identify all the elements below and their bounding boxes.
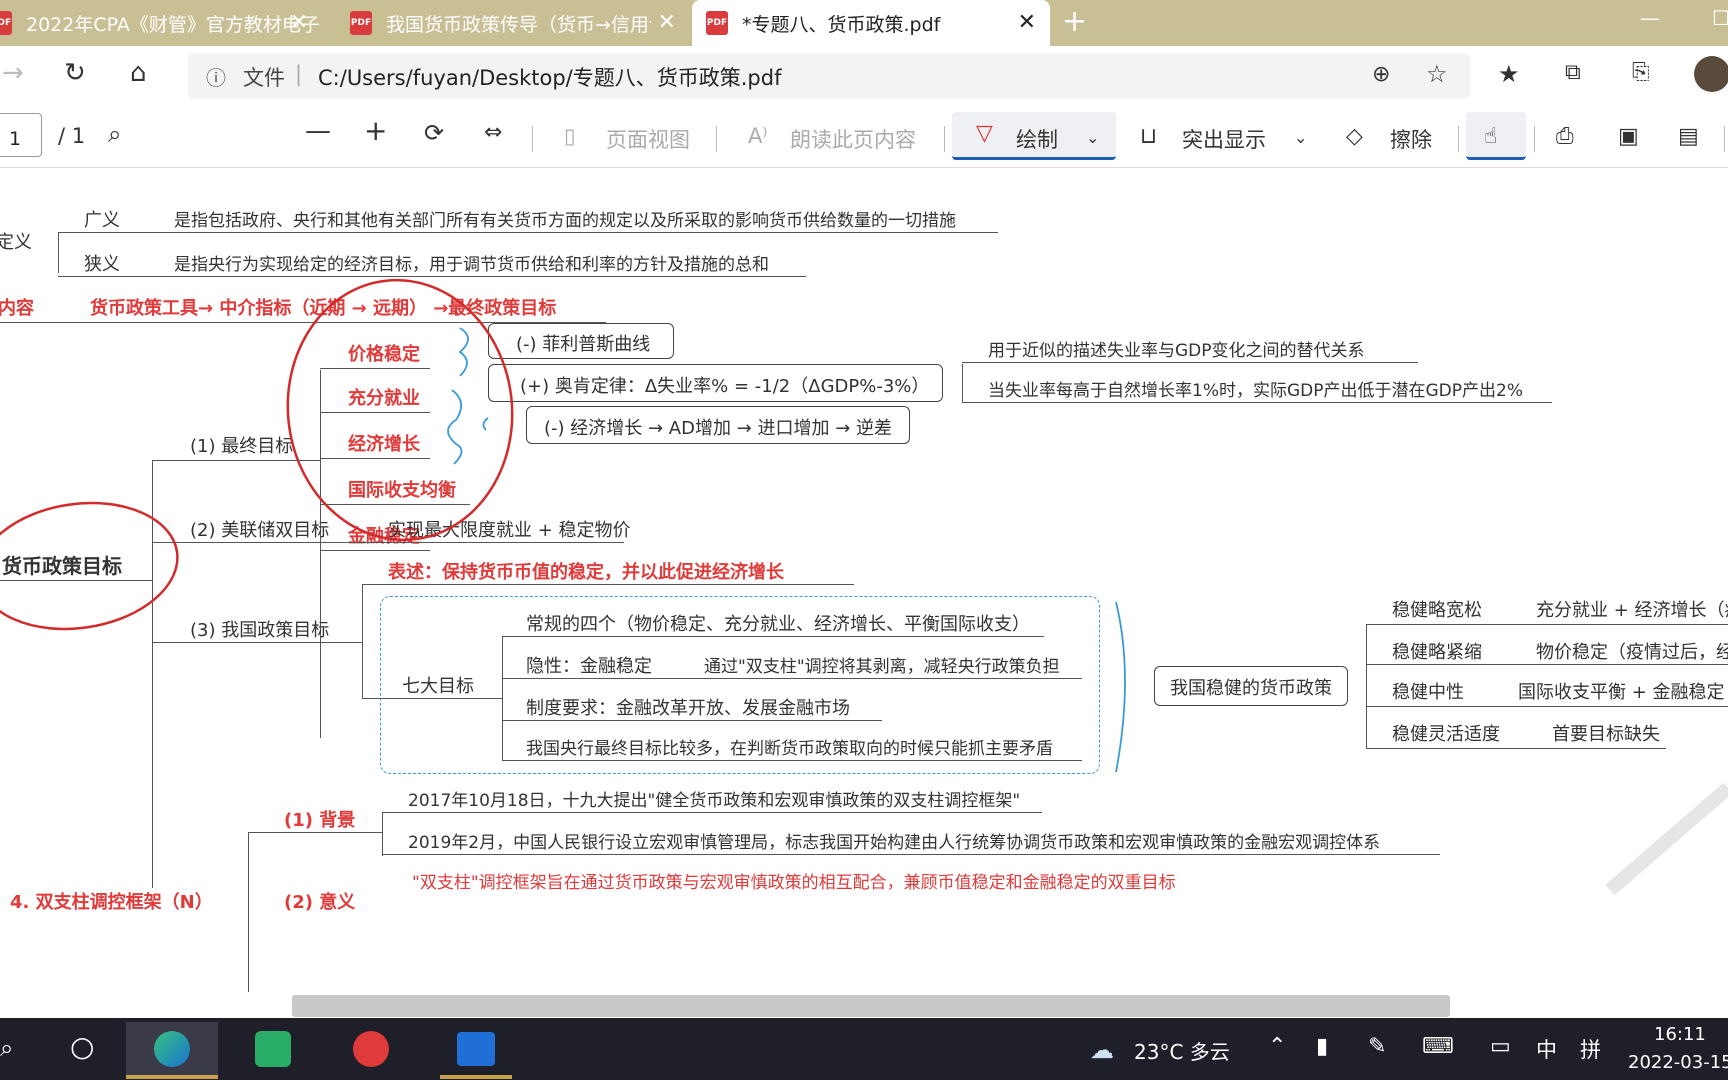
search-icon[interactable]: ⌕ bbox=[108, 120, 121, 148]
chevron-down-icon[interactable]: ⌄ bbox=[1086, 128, 1099, 147]
chevron-down-icon[interactable]: ⌄ bbox=[1294, 128, 1307, 147]
zoom-icon[interactable]: ⊕ bbox=[1372, 62, 1390, 87]
pdf-icon: PDF bbox=[706, 11, 728, 35]
hand-icon: ☝ bbox=[1484, 124, 1498, 149]
divider bbox=[532, 126, 533, 152]
refresh-icon[interactable]: ↻ bbox=[64, 58, 86, 88]
divider bbox=[1534, 126, 1535, 152]
close-icon[interactable]: ✕ bbox=[658, 10, 676, 35]
tab-cpa[interactable]: PDF 2022年CPA《财管》官方教材电子 ✕ bbox=[0, 0, 322, 46]
erase-button[interactable]: 擦除 bbox=[1390, 124, 1432, 154]
page-total: / 1 bbox=[58, 124, 86, 148]
microphone-icon[interactable]: ▮ bbox=[1316, 1034, 1328, 1059]
tab-label: 我国货币政策传导（货币→信用创 bbox=[386, 13, 651, 36]
collections-icon[interactable]: ⧉ bbox=[1565, 60, 1581, 85]
pdf-icon: PDF bbox=[0, 11, 12, 35]
close-icon[interactable]: ✕ bbox=[290, 10, 308, 35]
task-view-icon[interactable]: ○ bbox=[70, 1030, 94, 1063]
edge-app[interactable] bbox=[126, 1022, 218, 1076]
close-icon[interactable]: ✕ bbox=[1018, 10, 1036, 35]
minimize-icon[interactable]: — bbox=[1640, 6, 1660, 30]
home-icon[interactable]: ⌂ bbox=[130, 58, 147, 88]
favorites-icon[interactable]: ★ bbox=[1498, 60, 1520, 88]
read-aloud-icon: A⁾ bbox=[748, 124, 768, 148]
clock-time[interactable]: 16:11 bbox=[1654, 1024, 1706, 1045]
pdf-page: 定义 广义 是指包括政府、央行和其他有关部门所有有关货币方面的规定以及所采取的影… bbox=[0, 178, 1728, 993]
save-as-icon[interactable]: ▤ bbox=[1678, 124, 1699, 149]
maximize-icon[interactable]: ☐ bbox=[1712, 6, 1728, 30]
pen-icon[interactable]: ✎ bbox=[1368, 1034, 1386, 1059]
tab-label: 2022年CPA《财管》官方教材电子 bbox=[26, 13, 320, 36]
active-indicator bbox=[126, 1075, 218, 1079]
url-text[interactable]: C:/Users/fuyan/Desktop/专题八、货币政策.pdf bbox=[318, 62, 782, 92]
url-divider: | bbox=[295, 62, 303, 86]
file-label: 文件 bbox=[243, 66, 285, 90]
rotate-icon[interactable]: ⟳ bbox=[424, 119, 444, 147]
whiteboard-app[interactable] bbox=[440, 1022, 512, 1076]
display-icon[interactable]: ▭ bbox=[1490, 1034, 1511, 1059]
edge-icon bbox=[154, 1031, 190, 1067]
ime-pinyin[interactable]: 拼 bbox=[1580, 1034, 1601, 1064]
clock-date[interactable]: 2022-03-15 bbox=[1628, 1052, 1728, 1073]
pdf-icon: PDF bbox=[350, 11, 372, 35]
highlighter-icon: ⊔ bbox=[1140, 124, 1158, 149]
divider bbox=[716, 126, 717, 152]
cloud-icon: ☁ bbox=[1090, 1036, 1114, 1064]
draw-pen-icon: ▽ bbox=[976, 121, 993, 146]
print-icon[interactable]: ⎙ bbox=[1556, 124, 1574, 149]
whiteboard-icon bbox=[457, 1032, 495, 1066]
active-indicator bbox=[440, 1075, 512, 1079]
divider bbox=[1458, 126, 1459, 152]
zoom-out-icon[interactable]: — bbox=[305, 116, 331, 146]
ie-mode-icon[interactable]: ⎘ bbox=[1632, 60, 1650, 85]
forward-icon[interactable]: → bbox=[2, 58, 24, 88]
wechat-icon bbox=[255, 1031, 291, 1067]
search-icon[interactable]: ⌕ bbox=[0, 1034, 13, 1062]
highlight-button[interactable]: 突出显示 bbox=[1182, 124, 1266, 154]
divider bbox=[1724, 126, 1725, 152]
new-tab-button[interactable]: + bbox=[1062, 4, 1087, 39]
page-view-icon: ▯ bbox=[564, 124, 576, 148]
page-number-input[interactable]: 1 bbox=[0, 113, 42, 157]
avatar[interactable] bbox=[1694, 56, 1728, 92]
divider bbox=[944, 126, 945, 152]
weather-text[interactable]: 23°C 多云 bbox=[1134, 1036, 1230, 1065]
tab-monetary-transmission[interactable]: PDF 我国货币政策传导（货币→信用创 ✕ bbox=[340, 0, 690, 46]
horizontal-scrollbar[interactable] bbox=[292, 995, 1450, 1017]
add-favorite-icon[interactable]: ☆ bbox=[1426, 60, 1448, 88]
wechat-app[interactable] bbox=[244, 1022, 302, 1076]
tab-label: *专题八、货币政策.pdf bbox=[742, 13, 941, 36]
keyboard-icon[interactable]: ⌨ bbox=[1422, 1034, 1454, 1059]
ime-mode[interactable]: 中 bbox=[1536, 1034, 1557, 1064]
zoom-in-icon[interactable]: + bbox=[364, 114, 387, 147]
fit-width-icon[interactable]: ⇔ bbox=[484, 120, 502, 145]
info-icon[interactable]: ⓘ bbox=[206, 62, 226, 91]
eraser-icon: ◇ bbox=[1346, 124, 1363, 149]
page-view-button[interactable]: 页面视图 bbox=[606, 124, 690, 154]
tab-active-pdf[interactable]: PDF *专题八、货币政策.pdf ✕ bbox=[692, 0, 1050, 46]
read-aloud-button[interactable]: 朗读此页内容 bbox=[790, 124, 916, 154]
netease-music-app[interactable] bbox=[342, 1022, 400, 1076]
draw-label: 绘制 bbox=[1016, 128, 1058, 152]
save-icon[interactable]: ▣ bbox=[1618, 124, 1639, 149]
ink-annotations bbox=[0, 278, 1728, 896]
music-icon bbox=[353, 1031, 389, 1067]
chevron-up-icon[interactable]: ⌃ bbox=[1268, 1034, 1286, 1059]
